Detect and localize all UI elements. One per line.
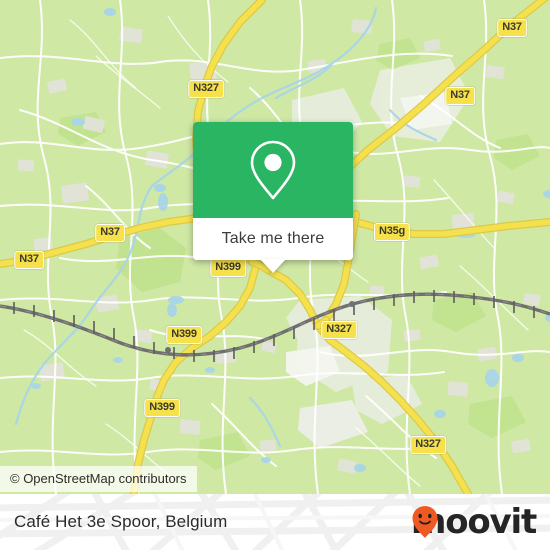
road-shield: N399 <box>166 326 202 344</box>
card-action-area[interactable]: Take me there <box>193 218 353 273</box>
card-pointer-arrow <box>260 259 286 273</box>
moovit-smiley-pin-icon <box>412 506 438 538</box>
road-shield: N327 <box>321 321 357 339</box>
road-shield: N327 <box>410 436 446 454</box>
card-icon-area <box>193 122 353 218</box>
footer-bar: Café Het 3e Spoor, Belgium moovit <box>0 494 550 550</box>
road-shield: N37 <box>14 251 44 269</box>
road-shield: N37 <box>95 224 125 242</box>
osm-attribution[interactable]: © OpenStreetMap contributors <box>0 466 197 492</box>
take-me-there-card[interactable]: Take me there <box>193 122 353 273</box>
take-me-there-label: Take me there <box>221 230 325 247</box>
road-shield: N35g <box>373 223 411 241</box>
road-shield: N37 <box>497 19 527 37</box>
location-pin-icon <box>250 140 296 200</box>
road-shield: N399 <box>210 259 246 277</box>
place-name-label: Café Het 3e Spoor, Belgium <box>14 512 228 531</box>
map-screenshot: N37 N327 N37 N37 N37 N35g N399 N399 N327 N399 N327… <box>0 0 550 550</box>
road-shield: N37 <box>445 87 475 105</box>
moovit-brand[interactable]: moovit <box>411 505 537 539</box>
road-shield: N327 <box>188 80 224 98</box>
road-shield: N399 <box>144 399 180 417</box>
